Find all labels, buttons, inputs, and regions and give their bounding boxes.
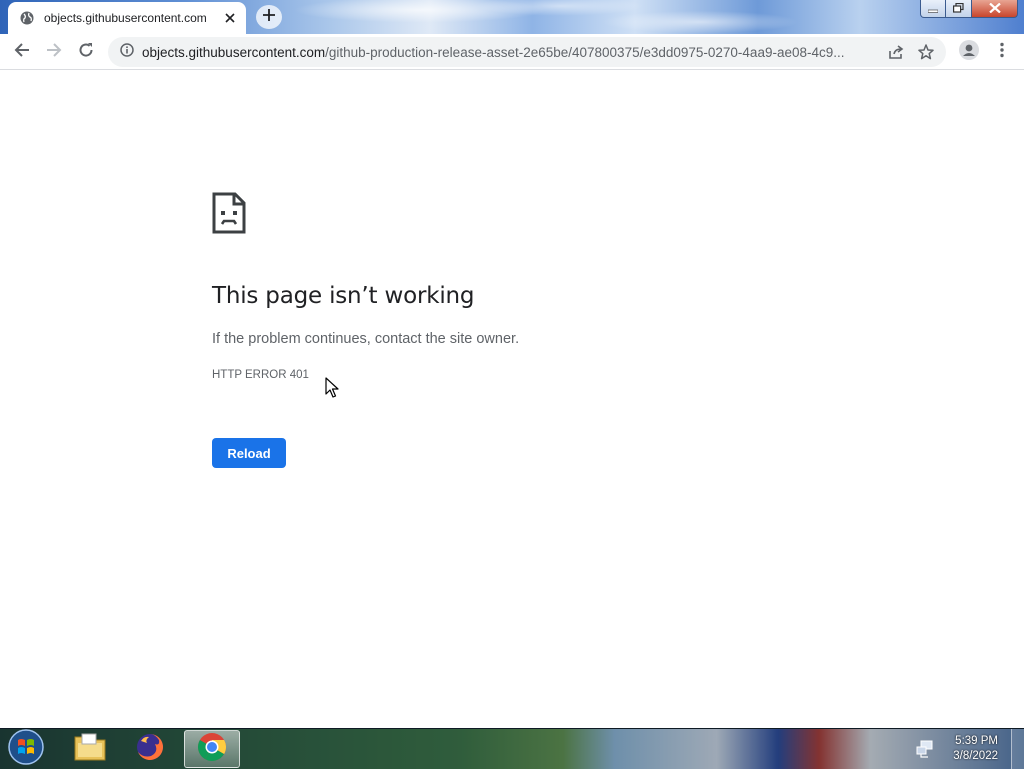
plus-icon [263, 8, 275, 26]
close-icon[interactable] [222, 10, 238, 26]
clock-time: 5:39 PM [953, 734, 998, 749]
kebab-menu-icon [1000, 42, 1004, 63]
restore-button[interactable] [946, 0, 972, 18]
new-tab-button[interactable] [256, 5, 282, 29]
taskbar-explorer[interactable] [62, 730, 118, 768]
url-host: objects.githubusercontent.com [142, 45, 325, 60]
clock-date: 3/8/2022 [953, 749, 998, 764]
url-text[interactable]: objects.githubusercontent.com/github-pro… [142, 45, 876, 60]
windows-start-icon [8, 729, 44, 769]
show-desktop-button[interactable] [1011, 729, 1024, 769]
clock[interactable]: 5:39 PM 3/8/2022 [953, 734, 998, 764]
tab-title: objects.githubusercontent.com [44, 11, 222, 25]
network-icon[interactable] [916, 740, 934, 758]
person-icon [959, 40, 979, 65]
browser-toolbar: objects.githubusercontent.com/github-pro… [0, 34, 1024, 70]
arrow-left-icon [14, 42, 30, 63]
taskbar-firefox[interactable] [122, 730, 178, 768]
title-bar: objects.githubusercontent.com [0, 0, 1024, 34]
profile-button[interactable] [958, 41, 980, 63]
system-tray: 5:39 PM 3/8/2022 [904, 729, 1024, 769]
mouse-cursor-icon [325, 377, 339, 399]
error-heading: This page isn’t working [212, 283, 474, 309]
taskbar-chrome[interactable] [184, 730, 240, 768]
globe-icon [20, 11, 34, 25]
sad-document-icon [212, 192, 246, 234]
back-button[interactable] [10, 40, 34, 64]
reload-button[interactable]: Reload [212, 438, 286, 468]
star-icon[interactable] [916, 42, 936, 62]
window-close-button[interactable] [972, 0, 1018, 18]
page-content: This page isn’t working If the problem c… [0, 70, 1024, 728]
taskbar: 5:39 PM 3/8/2022 [0, 728, 1024, 769]
info-icon[interactable] [120, 43, 134, 62]
address-bar[interactable]: objects.githubusercontent.com/github-pro… [108, 37, 946, 67]
minimize-button[interactable] [920, 0, 946, 18]
start-button[interactable] [6, 731, 46, 767]
arrow-right-icon [46, 42, 62, 63]
reload-page-button[interactable] [74, 40, 98, 64]
browser-menu-button[interactable] [992, 41, 1012, 63]
restore-icon [953, 0, 964, 18]
file-explorer-icon [74, 733, 106, 766]
error-description: If the problem continues, contact the si… [212, 331, 519, 347]
error-code: HTTP ERROR 401 [212, 369, 309, 381]
reload-icon [78, 42, 94, 63]
url-path: /github-production-release-asset-2e65be/… [325, 45, 844, 60]
share-icon[interactable] [886, 42, 906, 62]
chrome-icon [197, 732, 227, 767]
browser-tab[interactable]: objects.githubusercontent.com [8, 2, 246, 34]
minimize-icon [928, 0, 938, 18]
close-icon [989, 0, 1001, 18]
window-controls [920, 0, 1018, 18]
firefox-icon [135, 732, 165, 767]
forward-button[interactable] [42, 40, 66, 64]
